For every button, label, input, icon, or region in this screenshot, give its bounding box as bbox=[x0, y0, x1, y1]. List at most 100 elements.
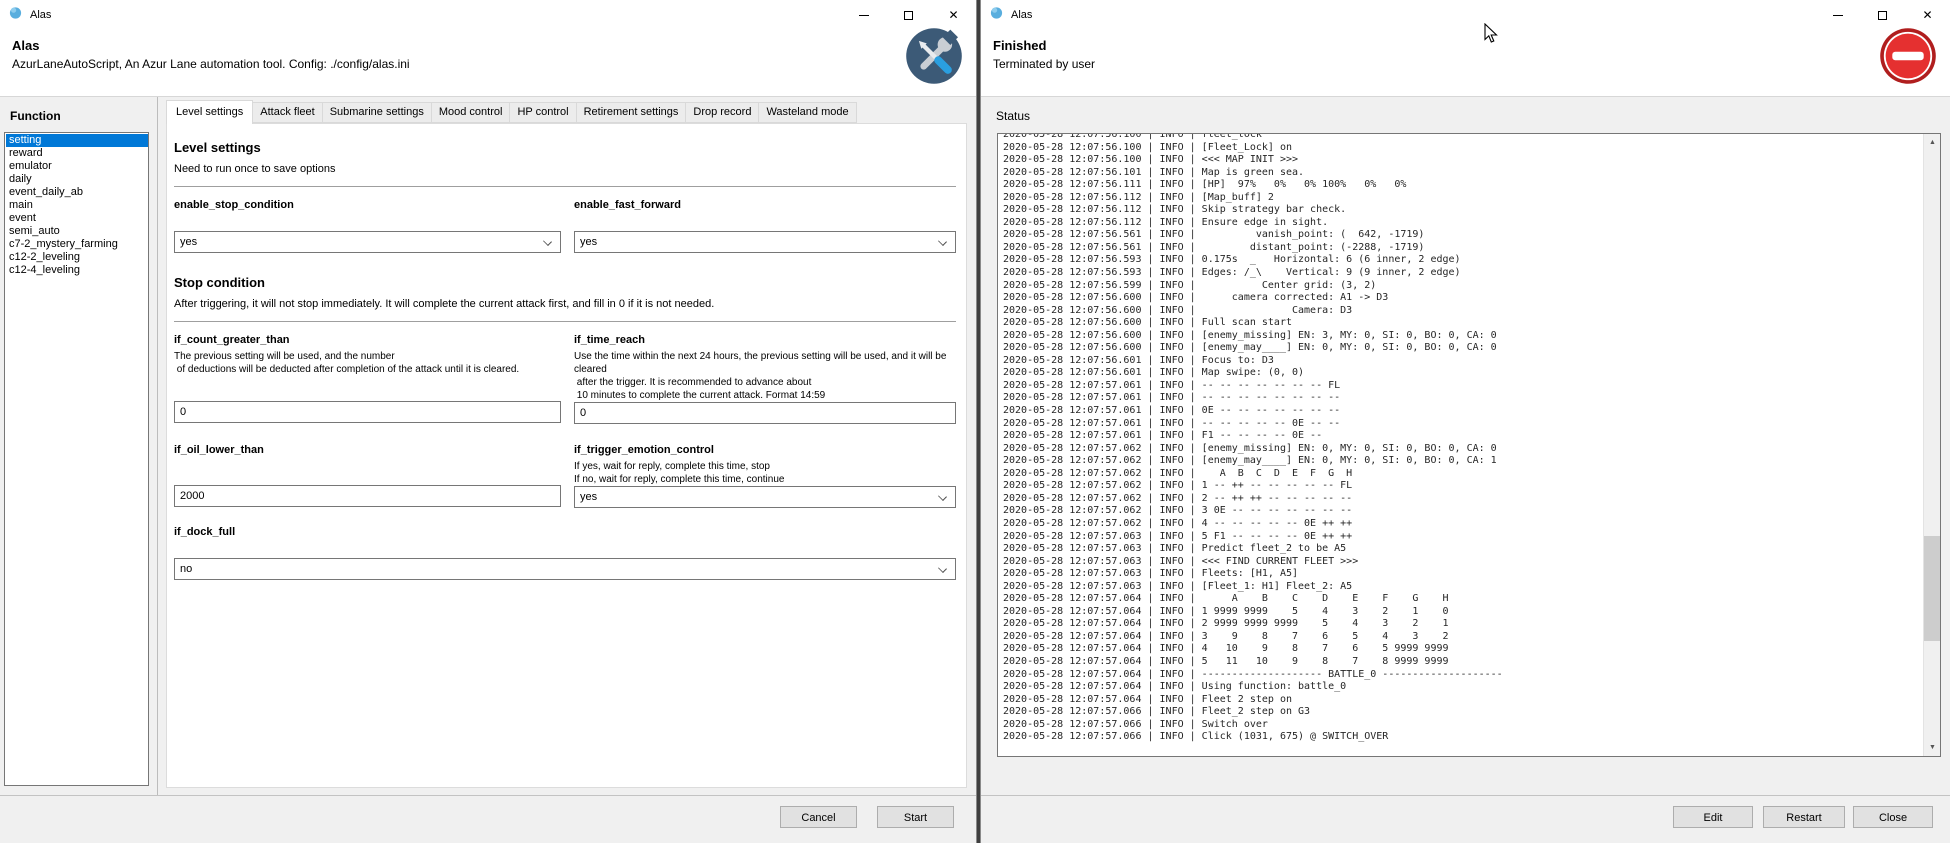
page-subtitle: AzurLaneAutoScript, An Azur Lane automat… bbox=[12, 57, 976, 71]
log-line: 2020-05-28 12:07:56.601 | INFO | Map swi… bbox=[1003, 367, 1920, 380]
log-line: 2020-05-28 12:07:57.066 | INFO | Fleet_2… bbox=[1003, 706, 1920, 719]
log-line: 2020-05-28 12:07:56.593 | INFO | 0.175s … bbox=[1003, 254, 1920, 267]
maximize-icon bbox=[904, 11, 913, 20]
close-action-button[interactable]: Close bbox=[1853, 806, 1933, 828]
log-line: 2020-05-28 12:07:56.100 | INFO | [Fleet_… bbox=[1003, 142, 1920, 155]
if-count-greater-than-input[interactable] bbox=[174, 401, 561, 423]
function-list-item[interactable]: c7-2_mystery_farming bbox=[6, 238, 148, 251]
mouse-cursor bbox=[1484, 23, 1498, 49]
restart-button[interactable]: Restart bbox=[1763, 806, 1845, 828]
function-list-item[interactable]: main bbox=[6, 199, 148, 212]
function-list-item[interactable]: event bbox=[6, 212, 148, 225]
field-label-if-oil-lower-than: if_oil_lower_than bbox=[174, 444, 561, 456]
edit-button[interactable]: Edit bbox=[1673, 806, 1753, 828]
log-line: 2020-05-28 12:07:56.600 | INFO | Camera:… bbox=[1003, 305, 1920, 318]
stop-icon bbox=[1879, 27, 1937, 85]
log-panel: 2020-05-28 12:07:56.100 | INFO | fleet_l… bbox=[997, 133, 1941, 757]
level-settings-page: Level settings Need to run once to save … bbox=[166, 123, 967, 788]
log-line: 2020-05-28 12:07:57.061 | INFO | 0E -- -… bbox=[1003, 405, 1920, 418]
log-output: 2020-05-28 12:07:56.100 | INFO | fleet_l… bbox=[1003, 133, 1920, 744]
log-line: 2020-05-28 12:07:57.064 | INFO | 2 9999 … bbox=[1003, 618, 1920, 631]
if-trigger-emotion-control-select[interactable]: yes bbox=[574, 486, 956, 508]
scrollbar-thumb[interactable] bbox=[1924, 536, 1941, 641]
scroll-down-icon[interactable]: ▼ bbox=[1924, 739, 1941, 756]
config-body: Function settingrewardemulatordailyevent… bbox=[0, 97, 976, 795]
if-time-reach-input[interactable] bbox=[574, 402, 956, 424]
log-scrollbar[interactable]: ▲ ▼ bbox=[1923, 134, 1940, 756]
log-line: 2020-05-28 12:07:56.599 | INFO | Center … bbox=[1003, 280, 1920, 293]
function-list-item[interactable]: c12-4_leveling bbox=[6, 264, 148, 277]
log-line: 2020-05-28 12:07:57.066 | INFO | Click (… bbox=[1003, 731, 1920, 744]
settings-tab[interactable]: Mood control bbox=[432, 102, 511, 123]
settings-tab[interactable]: Drop record bbox=[686, 102, 759, 123]
function-list-label: Function bbox=[10, 109, 61, 123]
field-desc-if-count-greater-than: The previous setting will be used, and t… bbox=[174, 350, 561, 376]
tools-icon bbox=[905, 27, 963, 85]
divider bbox=[174, 186, 956, 187]
function-list-item[interactable]: event_daily_ab bbox=[6, 186, 148, 199]
minimize-button[interactable] bbox=[841, 0, 886, 30]
log-line: 2020-05-28 12:07:57.061 | INFO | -- -- -… bbox=[1003, 380, 1920, 393]
start-button[interactable]: Start bbox=[877, 806, 954, 828]
log-line: 2020-05-28 12:07:56.593 | INFO | Edges: … bbox=[1003, 267, 1920, 280]
log-line: 2020-05-28 12:07:57.063 | INFO | <<< FIN… bbox=[1003, 556, 1920, 569]
log-line: 2020-05-28 12:07:57.061 | INFO | -- -- -… bbox=[1003, 392, 1920, 405]
settings-tab[interactable]: Wasteland mode bbox=[759, 102, 856, 123]
window-title: Alas bbox=[30, 9, 51, 21]
function-list-item[interactable]: reward bbox=[6, 147, 148, 160]
log-line: 2020-05-28 12:07:57.061 | INFO | -- -- -… bbox=[1003, 418, 1920, 431]
field-desc-if-trigger-emotion-control: If yes, wait for reply, complete this ti… bbox=[574, 460, 956, 486]
status-header: Finished Terminated by user bbox=[981, 30, 1950, 97]
titlebar[interactable]: Alas ✕ bbox=[0, 0, 976, 30]
enable-stop-condition-select[interactable]: yes bbox=[174, 231, 561, 253]
page-title: Alas bbox=[12, 30, 976, 53]
if-oil-lower-than-input[interactable] bbox=[174, 485, 561, 507]
field-label-if-count-greater-than: if_count_greater_than bbox=[174, 334, 561, 346]
if-dock-full-select[interactable]: no bbox=[174, 558, 956, 580]
log-line: 2020-05-28 12:07:57.064 | INFO | Fleet 2… bbox=[1003, 694, 1920, 707]
log-line: 2020-05-28 12:07:56.600 | INFO | camera … bbox=[1003, 292, 1920, 305]
log-line: 2020-05-28 12:07:56.112 | INFO | Ensure … bbox=[1003, 217, 1920, 230]
log-line: 2020-05-28 12:07:57.064 | INFO | -------… bbox=[1003, 669, 1920, 682]
log-line: 2020-05-28 12:07:57.062 | INFO | [enemy_… bbox=[1003, 443, 1920, 456]
settings-tab[interactable]: Level settings bbox=[166, 100, 253, 124]
section-heading-stop-condition: Stop condition bbox=[174, 275, 957, 290]
log-line: 2020-05-28 12:07:57.061 | INFO | F1 -- -… bbox=[1003, 430, 1920, 443]
settings-tab[interactable]: Attack fleet bbox=[253, 102, 322, 123]
divider bbox=[174, 321, 956, 322]
settings-tab[interactable]: Submarine settings bbox=[323, 102, 432, 123]
titlebar[interactable]: Alas ✕ bbox=[981, 0, 1950, 30]
function-list-item[interactable]: setting bbox=[6, 134, 148, 147]
scroll-up-icon[interactable]: ▲ bbox=[1924, 134, 1941, 151]
log-line: 2020-05-28 12:07:57.063 | INFO | 5 F1 --… bbox=[1003, 531, 1920, 544]
enable-fast-forward-select[interactable]: yes bbox=[574, 231, 956, 253]
settings-tab[interactable]: HP control bbox=[510, 102, 576, 123]
window-title: Alas bbox=[1011, 9, 1032, 21]
maximize-button[interactable] bbox=[886, 0, 931, 30]
maximize-button[interactable] bbox=[1860, 0, 1905, 30]
function-list-item[interactable]: c12-2_leveling bbox=[6, 251, 148, 264]
log-line: 2020-05-28 12:07:57.064 | INFO | Using f… bbox=[1003, 681, 1920, 694]
function-list-item[interactable]: emulator bbox=[6, 160, 148, 173]
log-line: 2020-05-28 12:07:57.064 | INFO | 4 10 9 … bbox=[1003, 643, 1920, 656]
log-line: 2020-05-28 12:07:56.600 | INFO | [enemy_… bbox=[1003, 330, 1920, 343]
function-list-item[interactable]: semi_auto bbox=[6, 225, 148, 238]
section-desc-level-settings: Need to run once to save options bbox=[174, 163, 957, 175]
section-desc-stop-condition: After triggering, it will not stop immed… bbox=[174, 298, 957, 310]
log-line: 2020-05-28 12:07:57.062 | INFO | 3 0E --… bbox=[1003, 505, 1920, 518]
close-button[interactable]: ✕ bbox=[1905, 0, 1950, 30]
minimize-button[interactable] bbox=[1815, 0, 1860, 30]
sidebar-splitter[interactable] bbox=[157, 97, 158, 795]
log-line: 2020-05-28 12:07:57.063 | INFO | Predict… bbox=[1003, 543, 1920, 556]
log-line: 2020-05-28 12:07:56.112 | INFO | Skip st… bbox=[1003, 204, 1920, 217]
log-line: 2020-05-28 12:07:56.600 | INFO | Full sc… bbox=[1003, 317, 1920, 330]
alas-config-window: Alas ✕ Alas AzurLaneAutoScript, An Azur … bbox=[0, 0, 976, 843]
close-button[interactable]: ✕ bbox=[931, 0, 976, 30]
log-line: 2020-05-28 12:07:56.100 | INFO | fleet_l… bbox=[1003, 133, 1920, 142]
settings-tab[interactable]: Retirement settings bbox=[577, 102, 687, 123]
log-line: 2020-05-28 12:07:57.062 | INFO | 1 -- ++… bbox=[1003, 480, 1920, 493]
function-list-item[interactable]: daily bbox=[6, 173, 148, 186]
section-heading-level-settings: Level settings bbox=[174, 140, 957, 155]
cancel-button[interactable]: Cancel bbox=[780, 806, 857, 828]
status-footer: Edit Restart Close bbox=[981, 795, 1950, 843]
